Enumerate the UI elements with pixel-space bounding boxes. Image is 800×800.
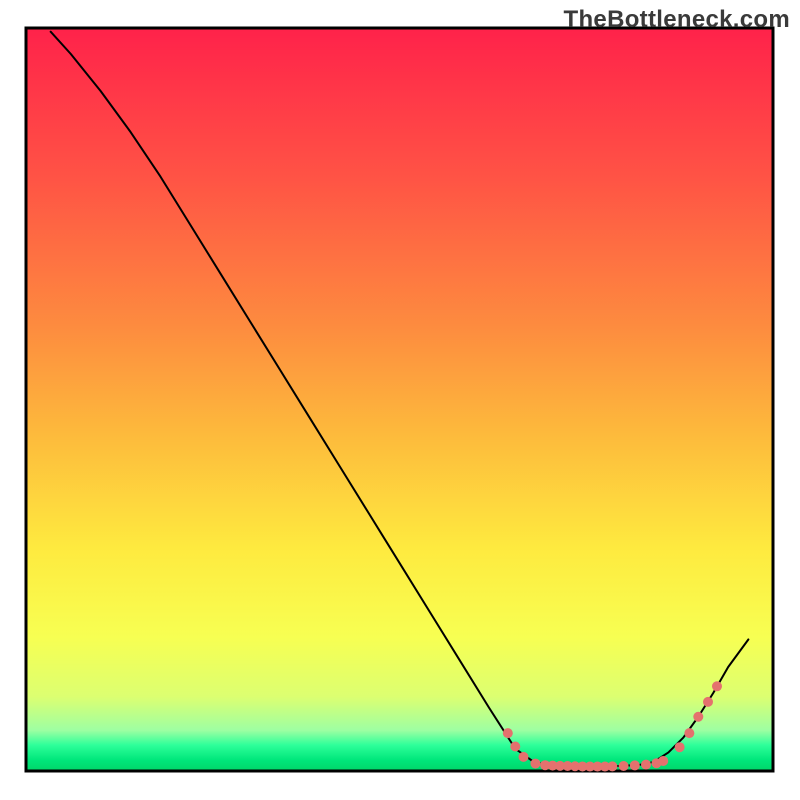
coral-dot [675, 742, 685, 752]
coral-dot [693, 712, 703, 722]
coral-dot [503, 728, 513, 738]
coral-dot [712, 681, 722, 691]
bottleneck-chart [0, 0, 800, 800]
chart-stage: TheBottleneck.com [0, 0, 800, 800]
coral-dot [630, 760, 640, 770]
coral-dot [658, 756, 668, 766]
coral-dot [530, 759, 540, 769]
coral-dot [641, 760, 651, 770]
plot-background [26, 28, 773, 771]
coral-dot [519, 752, 529, 762]
coral-dot [619, 761, 629, 771]
coral-dot [510, 741, 520, 751]
coral-dot [703, 697, 713, 707]
coral-dot [607, 761, 617, 771]
watermark-label: TheBottleneck.com [564, 6, 790, 34]
coral-dot [684, 728, 694, 738]
